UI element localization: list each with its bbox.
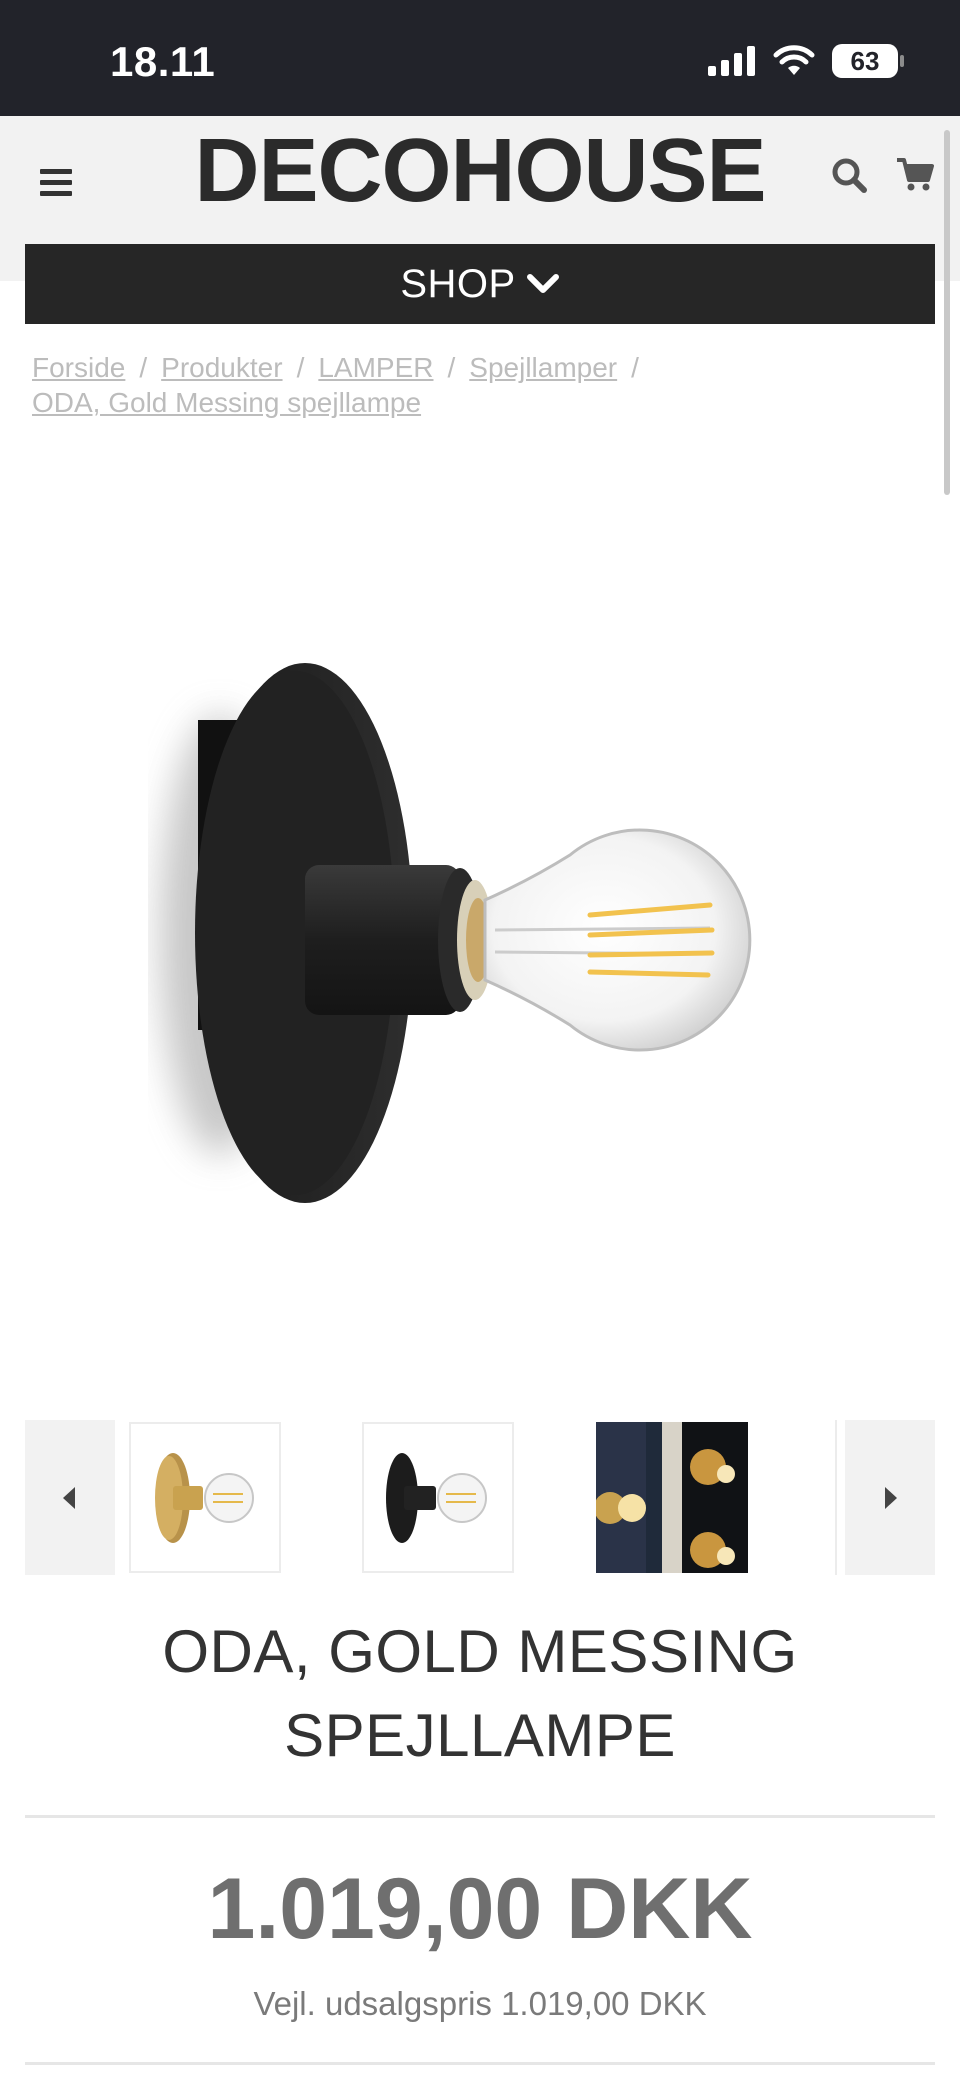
gallery-next-button[interactable] xyxy=(845,1420,935,1575)
thumbnail-interior-photo[interactable] xyxy=(596,1422,748,1573)
breadcrumb-separator: / xyxy=(447,352,456,383)
site-logo[interactable]: DECOHOUSE xyxy=(0,120,960,223)
caret-right-icon xyxy=(885,1486,897,1509)
main-product-image[interactable] xyxy=(100,560,860,1320)
thumbnail-gallery xyxy=(25,1420,935,1575)
shop-label: SHOP xyxy=(400,261,516,306)
wifi-icon xyxy=(773,45,815,75)
product-title-line1: ODA, GOLD MESSING xyxy=(162,1618,798,1685)
product-price: 1.019,00 DKK xyxy=(207,1861,753,1957)
divider xyxy=(25,2062,935,2065)
breadcrumb-separator: / xyxy=(631,352,639,383)
thumbnail-brass-lamp[interactable] xyxy=(129,1422,281,1573)
breadcrumb: Forside / Produkter / LAMPER / Spejllamper / ODA… xyxy=(32,350,932,420)
status-bar: 18.11 63 xyxy=(0,0,960,116)
breadcrumb-lamper[interactable]: LAMPER xyxy=(318,352,433,383)
page-scrollbar[interactable] xyxy=(944,130,950,495)
breadcrumb-current-product[interactable]: ODA, Gold Messing spejllampe xyxy=(32,387,421,418)
breadcrumb-separator: / xyxy=(296,352,305,383)
caret-left-icon xyxy=(63,1486,75,1509)
search-icon[interactable] xyxy=(830,156,870,196)
product-title: ODA, GOLD MESSING SPEJLLAMPE xyxy=(0,1610,960,1778)
breadcrumb-forside[interactable]: Forside xyxy=(32,352,125,383)
thumbnail-black-lamp[interactable] xyxy=(362,1422,514,1573)
breadcrumb-produkter[interactable]: Produkter xyxy=(161,352,282,383)
recommended-retail-price: Vejl. udsalgspris 1.019,00 DKK xyxy=(253,1985,707,2022)
divider xyxy=(25,1815,935,1818)
gallery-prev-button[interactable] xyxy=(25,1420,115,1575)
signal-icon xyxy=(708,46,755,76)
status-icons: 63 xyxy=(708,44,904,78)
chevron-down-icon xyxy=(526,274,559,293)
shop-menu-button[interactable]: SHOP xyxy=(25,244,935,324)
breadcrumb-spejllamper[interactable]: Spejllamper xyxy=(469,352,617,383)
cart-icon[interactable] xyxy=(895,154,935,194)
breadcrumb-separator: / xyxy=(139,352,148,383)
product-title-line2: SPEJLLAMPE xyxy=(284,1702,676,1769)
status-time: 18.11 xyxy=(110,38,216,85)
battery-icon: 63 xyxy=(832,44,904,78)
